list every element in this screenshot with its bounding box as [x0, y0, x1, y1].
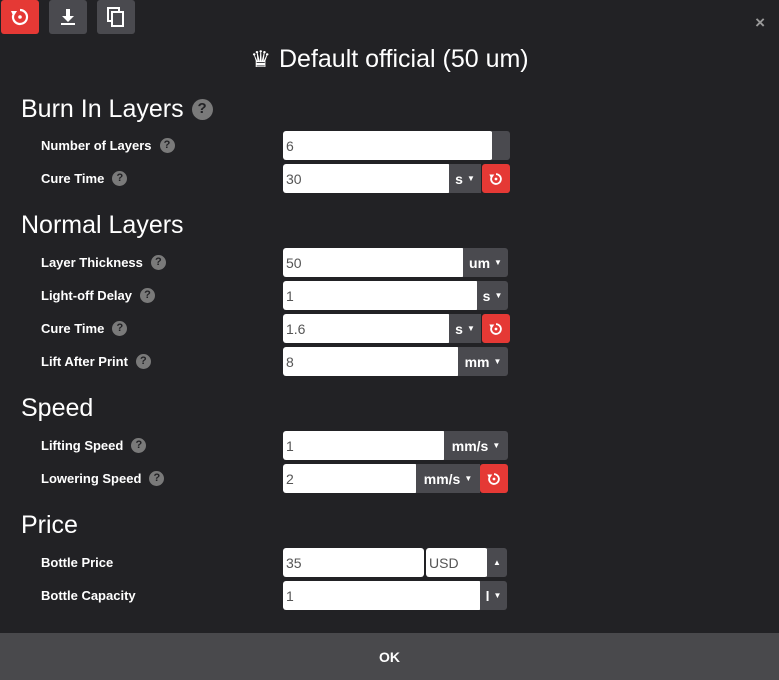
reset-button[interactable]: [1, 0, 39, 34]
lifting-speed-label: Lifting Speed ?: [41, 435, 147, 455]
section-speed: Speed: [21, 393, 93, 423]
unit-label: l: [485, 587, 490, 604]
copy-icon: [107, 7, 124, 27]
caret-down-icon: ▼: [494, 258, 502, 267]
normal-cure-reset-button[interactable]: [482, 314, 510, 343]
burn-cure-input[interactable]: 30: [283, 164, 451, 193]
unit-label: um: [469, 254, 491, 271]
normal-cure-unit-select[interactable]: s ▼: [449, 314, 481, 343]
caret-down-icon: ▼: [494, 291, 503, 300]
bottle-price-label: Bottle Price: [41, 552, 113, 572]
bottle-price-label-text: Bottle Price: [41, 554, 114, 570]
unit-label: mm: [464, 353, 490, 370]
caret-down-icon: ▼: [492, 441, 501, 450]
section-burn-in-title: Burn In Layers: [21, 95, 184, 123]
unit-label: mm/s: [423, 470, 461, 487]
caret-down-icon: ▼: [493, 357, 502, 366]
help-icon[interactable]: ?: [150, 254, 166, 270]
layer-thickness-unit-select[interactable]: um ▼: [463, 248, 508, 277]
burn-layers-spinner[interactable]: [492, 131, 510, 160]
section-price: Price: [21, 510, 78, 540]
bottle-capacity-input[interactable]: 1: [283, 581, 482, 610]
help-icon[interactable]: ?: [112, 170, 128, 186]
burn-cure-label: Cure Time ?: [41, 168, 128, 188]
lifting-speed-label-text: Lifting Speed: [41, 437, 124, 453]
unit-label: s: [482, 287, 491, 304]
burn-cure-label-text: Cure Time: [41, 170, 105, 186]
light-off-unit-select[interactable]: s ▼: [477, 281, 508, 310]
caret-up-icon: ▲: [493, 558, 501, 567]
reset-icon: [489, 322, 502, 335]
profile-name: Default official (50 um): [278, 45, 529, 73]
section-burn-in: Burn In Layers ?: [21, 94, 213, 124]
bottle-capacity-label-text: Bottle Capacity: [41, 587, 136, 603]
currency-input[interactable]: USD: [426, 548, 488, 577]
normal-cure-input[interactable]: 1.6: [283, 314, 451, 343]
help-icon[interactable]: ?: [112, 320, 128, 336]
burn-layers-input[interactable]: 6: [283, 131, 493, 160]
lowering-speed-label: Lowering Speed ?: [41, 468, 165, 488]
lowering-speed-unit-select[interactable]: mm/s ▼: [416, 464, 480, 493]
ok-button[interactable]: OK: [0, 633, 779, 680]
light-off-input[interactable]: 1: [283, 281, 479, 310]
download-icon: [61, 9, 75, 25]
help-icon[interactable]: ?: [159, 137, 175, 153]
lift-unit-select[interactable]: mm ▼: [458, 347, 508, 376]
bottle-capacity-label: Bottle Capacity: [41, 585, 136, 605]
bottle-capacity-unit-select[interactable]: l ▼: [480, 581, 507, 610]
ok-label: OK: [379, 648, 400, 665]
layer-thickness-label-text: Layer Thickness: [41, 254, 143, 270]
normal-cure-label-text: Cure Time: [41, 320, 105, 336]
lift-label-text: Lift After Print: [41, 353, 128, 369]
close-icon[interactable]: ×: [755, 14, 765, 31]
lifting-speed-unit-select[interactable]: mm/s ▼: [444, 431, 508, 460]
caret-down-icon: ▼: [493, 591, 502, 600]
dialog-title: ♛ Default official (50 um): [0, 42, 779, 76]
copy-button[interactable]: [97, 0, 135, 34]
caret-down-icon: ▼: [464, 474, 473, 483]
help-icon[interactable]: ?: [191, 98, 213, 120]
lowering-speed-reset-button[interactable]: [480, 464, 508, 493]
unit-label: s: [455, 170, 463, 187]
help-icon[interactable]: ?: [149, 470, 165, 486]
unit-label: mm/s: [451, 437, 489, 454]
caret-down-icon: ▼: [466, 324, 475, 333]
currency-dropdown[interactable]: ▲: [487, 548, 507, 577]
help-icon[interactable]: ?: [131, 437, 147, 453]
bottle-price-input[interactable]: 35: [283, 548, 424, 577]
reset-icon: [487, 472, 500, 485]
lift-label: Lift After Print ?: [41, 351, 151, 371]
lifting-speed-input[interactable]: 1: [283, 431, 446, 460]
normal-cure-label: Cure Time ?: [41, 318, 128, 338]
light-off-label: Light-off Delay ?: [41, 285, 155, 305]
help-icon[interactable]: ?: [135, 353, 151, 369]
burn-layers-label-text: Number of Layers: [41, 137, 152, 153]
burn-cure-reset-button[interactable]: [482, 164, 510, 193]
section-price-title: Price: [21, 511, 78, 539]
download-button[interactable]: [49, 0, 87, 34]
section-normal-layers: Normal Layers: [21, 210, 184, 240]
unit-label: s: [455, 320, 463, 337]
help-icon[interactable]: ?: [140, 287, 155, 303]
light-off-label-text: Light-off Delay: [41, 287, 132, 303]
layer-thickness-input[interactable]: 50: [283, 248, 465, 277]
lowering-speed-label-text: Lowering Speed: [41, 470, 142, 486]
burn-cure-unit-select[interactable]: s ▼: [449, 164, 481, 193]
lift-input[interactable]: 8: [283, 347, 460, 376]
crown-icon: ♛: [250, 46, 271, 72]
section-normal-title: Normal Layers: [21, 211, 184, 239]
reset-icon: [489, 172, 502, 185]
section-speed-title: Speed: [21, 394, 94, 422]
reset-icon: [11, 8, 29, 26]
layer-thickness-label: Layer Thickness ?: [41, 252, 166, 272]
lowering-speed-input[interactable]: 2: [283, 464, 418, 493]
burn-layers-label: Number of Layers ?: [41, 135, 175, 155]
caret-down-icon: ▼: [466, 174, 475, 183]
